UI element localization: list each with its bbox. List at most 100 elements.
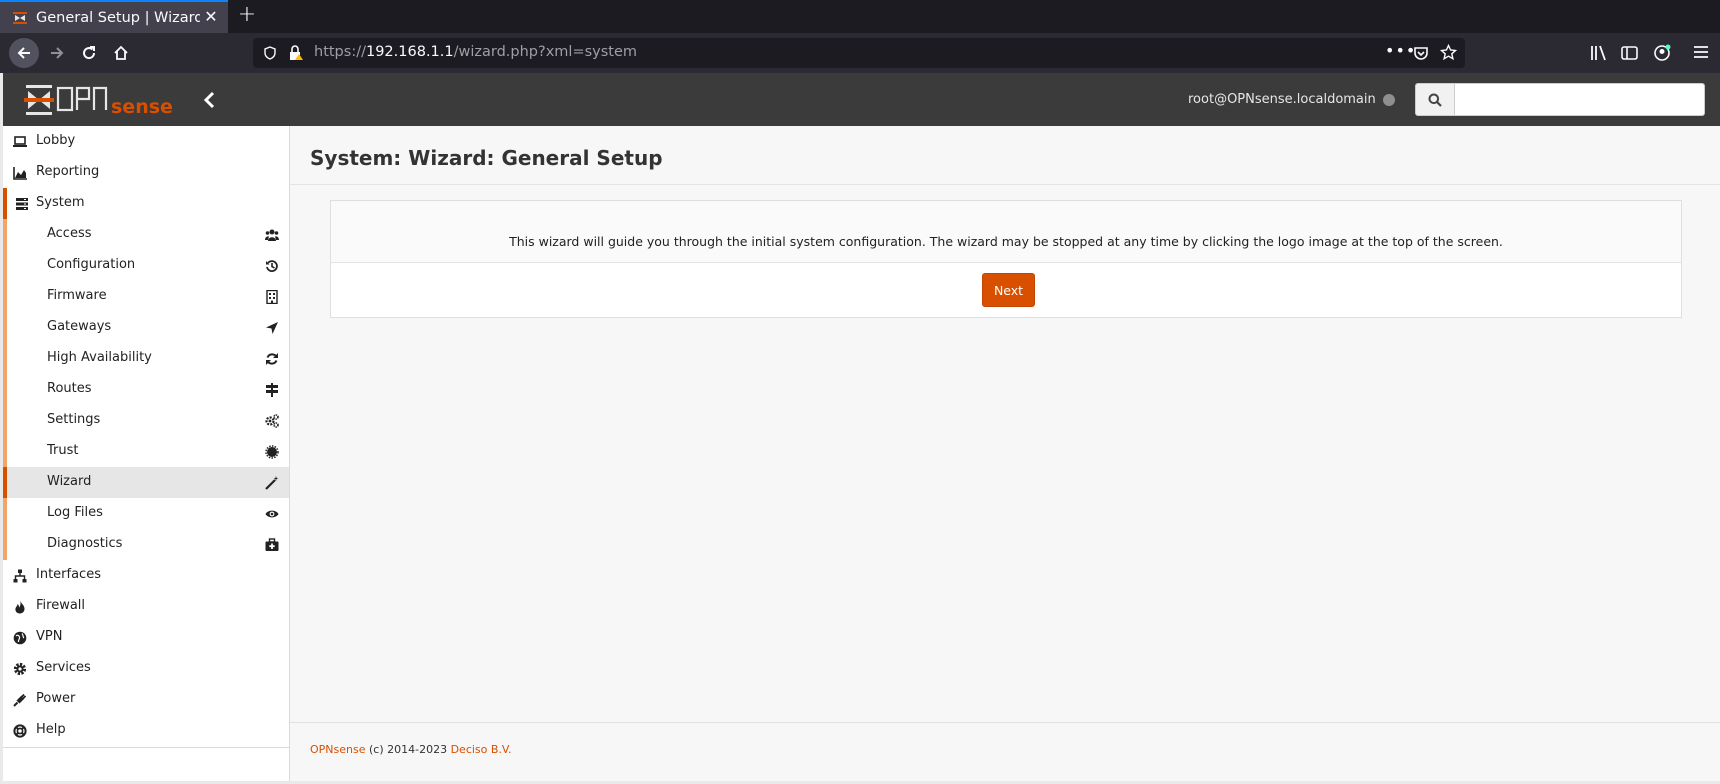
map-signs-icon (266, 383, 278, 397)
wizard-description: This wizard will guide you through the i… (509, 234, 1503, 249)
page-actions-icon[interactable]: ••• (1385, 41, 1416, 60)
opnsense-favicon-icon (13, 11, 27, 24)
sidebar-item-label: Routes (47, 381, 92, 396)
insecure-lock-icon[interactable] (288, 45, 304, 61)
tab-close-icon[interactable]: ✕ (202, 8, 220, 26)
reload-icon[interactable] (74, 38, 104, 68)
users-icon (265, 229, 279, 241)
magic-wand-icon (265, 476, 279, 490)
sidebar-item-label: Access (47, 226, 92, 241)
library-icon[interactable] (1590, 45, 1608, 61)
search-group (1415, 83, 1705, 116)
sidebar-item-label: Lobby (36, 133, 76, 148)
new-tab-icon[interactable]: + (234, 3, 260, 29)
sidebar-item-settings[interactable]: Settings (3, 405, 289, 436)
browser-tab[interactable]: General Setup | Wizard | ✕ (0, 0, 228, 33)
life-ring-icon (13, 724, 27, 738)
sidebar-item-label: Help (36, 722, 66, 737)
sidebar-item-access[interactable]: Access (3, 219, 289, 250)
sidebar-divider (3, 747, 289, 748)
search-input[interactable] (1455, 83, 1705, 116)
sidebar-item-system[interactable]: System (3, 188, 289, 219)
laptop-icon (13, 136, 27, 147)
cog-icon (13, 662, 27, 676)
sidebar-item-vpn[interactable]: VPN (3, 622, 289, 653)
sidebar-item-firmware[interactable]: Firmware (3, 281, 289, 312)
sidebar-item-label: Settings (47, 412, 101, 427)
svg-text:sense: sense (111, 96, 173, 117)
back-arrow-icon[interactable] (9, 38, 39, 68)
sidebar-item-gateways[interactable]: Gateways (3, 312, 289, 343)
forward-arrow-icon[interactable] (42, 38, 72, 68)
sidebar-item-firewall[interactable]: Firewall (3, 591, 289, 622)
sidebar-item-lobby[interactable]: Lobby (3, 126, 289, 157)
user-label[interactable]: root@OPNsense.localdomain (1188, 92, 1376, 107)
title-divider (290, 184, 1720, 185)
certificate-icon (265, 445, 279, 459)
sidebar-item-log-files[interactable]: Log Files (3, 498, 289, 529)
sidebar-item-label: Configuration (47, 257, 136, 272)
sidebar-item-label: Reporting (36, 164, 100, 179)
medkit-icon (265, 538, 279, 551)
tracking-shield-icon[interactable] (263, 46, 277, 60)
hamburger-menu-icon[interactable] (1693, 45, 1709, 59)
refresh-icon (266, 353, 278, 365)
plug-icon (13, 693, 27, 707)
next-button[interactable]: Next (982, 273, 1035, 307)
area-chart-icon (13, 167, 27, 180)
sidebar-item-services[interactable]: Services (3, 653, 289, 684)
building-icon (266, 290, 278, 304)
sidebar-item-interfaces[interactable]: Interfaces (3, 560, 289, 591)
footer-company-link[interactable]: Deciso B.V. (451, 743, 512, 756)
sidebar-item-wizard[interactable]: Wizard (3, 467, 289, 498)
wizard-description-row: This wizard will guide you through the i… (331, 201, 1681, 263)
account-icon[interactable] (1653, 44, 1671, 62)
sidebar-item-trust[interactable]: Trust (3, 436, 289, 467)
sidebar-item-label: Wizard (47, 474, 92, 489)
sidebar-item-reporting[interactable]: Reporting (3, 157, 289, 188)
sidebar-item-label: System (36, 195, 85, 210)
sidebar-item-high-availability[interactable]: High Availability (3, 343, 289, 374)
fire-icon (15, 600, 25, 614)
sidebar-item-label: Gateways (47, 319, 112, 334)
sidebar-item-label: High Availability (47, 350, 152, 365)
address-bar[interactable]: https://192.168.1.1/wizard.php?xml=syste… (253, 38, 1465, 68)
server-icon (16, 198, 28, 210)
sidebar-item-routes[interactable]: Routes (3, 374, 289, 405)
main-content: System: Wizard: General Setup This wizar… (290, 126, 1720, 781)
url-text: https://192.168.1.1/wizard.php?xml=syste… (314, 44, 638, 60)
sidebar-item-label: Log Files (47, 505, 103, 520)
sidebar-item-configuration[interactable]: Configuration (3, 250, 289, 281)
sidebar-item-label: Power (36, 691, 76, 706)
home-icon[interactable] (106, 38, 136, 68)
footer-brand-link[interactable]: OPNsense (310, 743, 366, 756)
cogs-icon (265, 414, 279, 428)
sidebar-item-label: Services (36, 660, 91, 675)
sidebar-item-power[interactable]: Power (3, 684, 289, 715)
footer-copyright: (c) 2014-2023 (365, 743, 451, 756)
sidebar-toggle-icon[interactable] (1621, 45, 1638, 61)
eye-icon (265, 510, 279, 518)
sidebar-item-label: Trust (47, 443, 79, 458)
collapse-sidebar-icon[interactable] (200, 89, 220, 111)
opnsense-logo[interactable]: sense (24, 83, 179, 117)
sidebar: Lobby Reporting System Access Configurat… (3, 126, 290, 781)
sidebar-item-label: Diagnostics (47, 536, 123, 551)
sidebar-item-label: VPN (36, 629, 63, 644)
location-arrow-icon (266, 322, 278, 334)
status-indicator[interactable] (1383, 94, 1395, 106)
footer-divider (290, 722, 1720, 723)
sidebar-item-label: Firmware (47, 288, 107, 303)
bookmark-star-icon[interactable] (1440, 44, 1457, 61)
sidebar-item-label: Firewall (36, 598, 86, 613)
sidebar-item-diagnostics[interactable]: Diagnostics (3, 529, 289, 560)
pocket-icon[interactable] (1413, 45, 1429, 61)
browser-tab-bar: General Setup | Wizard | ✕ + (0, 0, 1720, 33)
footer: OPNsense (c) 2014-2023 Deciso B.V. (310, 743, 512, 756)
sidebar-item-help[interactable]: Help (3, 715, 289, 746)
history-icon (266, 260, 278, 272)
search-icon[interactable] (1415, 83, 1455, 116)
tab-title: General Setup | Wizard | (36, 9, 200, 26)
sitemap-icon (13, 569, 27, 583)
wizard-panel: This wizard will guide you through the i… (330, 200, 1682, 318)
